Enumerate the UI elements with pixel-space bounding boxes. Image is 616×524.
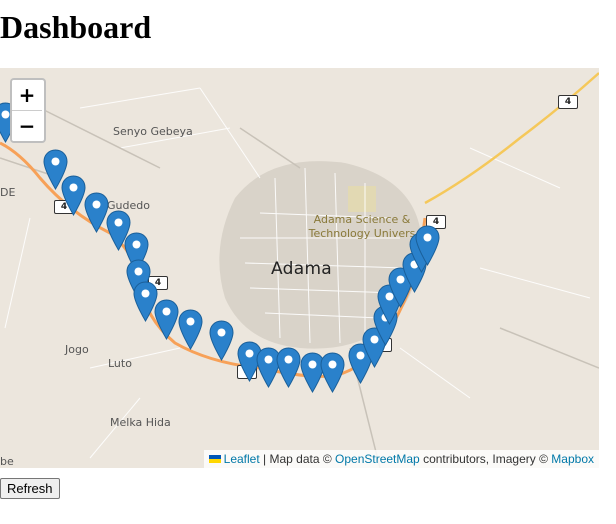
attribution-text: contributors, Imagery ©	[419, 452, 552, 466]
road-shield: 4	[558, 95, 578, 109]
zoom-out-button[interactable]: −	[12, 110, 42, 141]
map-marker-icon[interactable]	[415, 225, 440, 266]
map-container[interactable]: Senyo Gebeya Gudedo Jogo Luto Melka Hida…	[0, 68, 599, 468]
refresh-button[interactable]: Refresh	[0, 478, 60, 499]
map-marker-icon[interactable]	[178, 309, 203, 350]
place-label: DE	[0, 186, 16, 199]
map-marker-icon[interactable]	[276, 347, 301, 388]
attribution-text: | Map data ©	[259, 452, 336, 466]
university-label: Adama Science & Technology Univers	[304, 213, 420, 241]
city-label: Adama	[271, 259, 333, 279]
osm-link[interactable]: OpenStreetMap	[335, 452, 420, 466]
place-label: Luto	[108, 357, 132, 370]
university-label-line1: Adama Science &	[313, 213, 411, 226]
ukraine-flag-icon	[208, 454, 221, 463]
mapbox-link[interactable]: Mapbox	[551, 452, 594, 466]
place-label: Senyo Gebeya	[113, 125, 193, 138]
place-label: Melka Hida	[110, 416, 171, 429]
leaflet-link[interactable]: Leaflet	[224, 452, 260, 466]
page-title: Dashboard	[0, 9, 152, 45]
university-label-line2: Technology Univers	[308, 227, 416, 240]
zoom-control: + −	[10, 78, 46, 143]
place-label: be	[0, 455, 14, 468]
map-marker-icon[interactable]	[320, 352, 345, 393]
place-label: Jogo	[65, 343, 89, 356]
map-marker-icon[interactable]	[61, 175, 86, 216]
zoom-in-button[interactable]: +	[12, 80, 42, 110]
map-attribution: Leaflet | Map data © OpenStreetMap contr…	[203, 450, 599, 468]
map-marker-icon[interactable]	[209, 320, 234, 361]
map-marker-icon[interactable]	[154, 299, 179, 340]
